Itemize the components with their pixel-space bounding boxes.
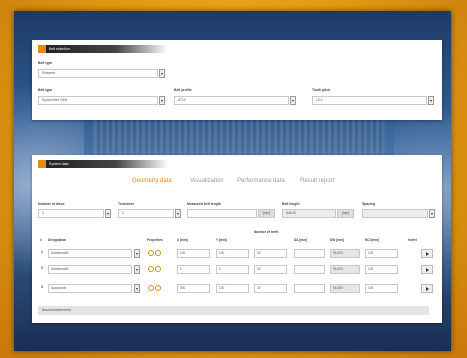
glasses-icon[interactable]	[148, 250, 162, 257]
dw-value: 95.493	[330, 284, 360, 293]
y-input[interactable]: 0	[216, 265, 249, 274]
column-header-number: #	[40, 238, 42, 242]
belt-type2-dropdown-icon[interactable]	[159, 96, 165, 105]
row-number: 1	[41, 250, 43, 254]
belt-selection-title: Belt selection	[38, 45, 168, 53]
da-input[interactable]	[294, 249, 325, 258]
number-of-discs-select[interactable]: 3	[38, 209, 104, 218]
x-input[interactable]: 100	[177, 249, 210, 258]
column-header-designation: Designation	[48, 238, 67, 242]
da-input[interactable]	[294, 265, 325, 274]
column-header-invert: Invert	[408, 238, 417, 242]
column-header-dw: DW [mm]	[330, 238, 344, 242]
belt-profile-label: Belt profile	[174, 88, 192, 92]
bauraumelemente-section-toggle[interactable]: Bauraumelemente	[38, 306, 429, 315]
belt-type-dropdown-icon[interactable]	[159, 69, 165, 78]
measured-belt-length-label: Measured belt length	[187, 202, 221, 206]
system-data-panel: System data Geometry data Visualization …	[32, 155, 442, 323]
column-header-da: DA [mm]	[294, 238, 308, 242]
spacing-dropdown-icon	[429, 209, 435, 218]
belt-type-label: Belt type	[38, 61, 53, 65]
invert-button[interactable]	[421, 249, 433, 258]
number-of-discs-dropdown-icon[interactable]	[105, 209, 111, 218]
tensioner-label: Tensioner	[118, 202, 134, 206]
tensioner-dropdown-icon[interactable]	[175, 209, 181, 218]
tab-result-report[interactable]: Result report	[300, 178, 334, 184]
y-input[interactable]: 100	[216, 284, 249, 293]
designation-dropdown-icon[interactable]	[134, 284, 140, 293]
designation-input[interactable]: Abtriebsrolle	[48, 265, 132, 274]
tooth-pitch-dropdown-icon[interactable]	[428, 96, 434, 105]
belt-profile-select[interactable]: AT10	[174, 96, 289, 105]
teeth-input[interactable]: 30	[254, 265, 287, 274]
dw-value: 95.493	[330, 249, 360, 258]
number-of-discs-label: Number of discs	[38, 202, 65, 206]
tooth-pitch-select[interactable]: 10.0	[312, 96, 427, 105]
belt-length-label: Belt length	[282, 202, 300, 206]
column-header-y: Y [mm]	[216, 238, 227, 242]
nci-input[interactable]: 100	[365, 265, 398, 274]
column-header-nci: NCI [mm]	[365, 238, 380, 242]
x-input[interactable]: 0	[177, 265, 210, 274]
tooth-pitch-label: Tooth pitch	[312, 88, 331, 92]
belt-length-value: 846.00	[282, 209, 336, 218]
belt-type2-label: Belt type	[38, 88, 53, 92]
belt-profile-dropdown-icon[interactable]	[290, 96, 296, 105]
designation-input[interactable]: Antriebsrolle	[48, 249, 132, 258]
nci-input[interactable]: 100	[365, 284, 398, 293]
belt-type2-select[interactable]: Synchroflex GEN	[38, 96, 158, 105]
belt-length-unit: [mm]	[337, 209, 354, 218]
nci-input[interactable]: 100	[365, 249, 398, 258]
spacing-select	[362, 209, 428, 218]
row-number: 2	[41, 266, 43, 270]
tab-visualization[interactable]: Visualization	[190, 178, 224, 184]
belt-type-select[interactable]: Elatomer	[38, 69, 158, 78]
teeth-input[interactable]: 30	[254, 284, 287, 293]
tensioner-select[interactable]: 1	[118, 209, 174, 218]
system-data-title: System data	[38, 160, 168, 168]
y-input[interactable]: 100	[216, 249, 249, 258]
glasses-icon[interactable]	[148, 285, 162, 292]
column-header-properties: Properties	[147, 238, 163, 242]
glasses-icon[interactable]	[148, 266, 162, 273]
designation-dropdown-icon[interactable]	[134, 249, 140, 258]
column-header-teeth: Number of teeth	[254, 230, 279, 234]
belt-selection-panel: Belt selection Belt type Elatomer Belt t…	[32, 40, 442, 120]
column-header-x: X [mm]	[177, 238, 188, 242]
dw-value: 95.493	[330, 265, 360, 274]
tab-geometry-data[interactable]: Geometry data	[132, 178, 172, 184]
teeth-input[interactable]: 30	[254, 249, 287, 258]
designation-input[interactable]: Spannrolle	[48, 284, 132, 293]
invert-button[interactable]	[421, 284, 433, 293]
tab-performance-data[interactable]: Performance data	[237, 178, 285, 184]
measured-belt-length-input[interactable]	[187, 209, 257, 218]
measured-belt-length-unit: [mm]	[258, 209, 275, 218]
x-input[interactable]: 300	[177, 284, 210, 293]
row-number: 3	[41, 285, 43, 289]
spacing-label: Spacing	[362, 202, 376, 206]
invert-button[interactable]	[421, 265, 433, 274]
da-input[interactable]	[294, 284, 325, 293]
designation-dropdown-icon[interactable]	[134, 265, 140, 274]
